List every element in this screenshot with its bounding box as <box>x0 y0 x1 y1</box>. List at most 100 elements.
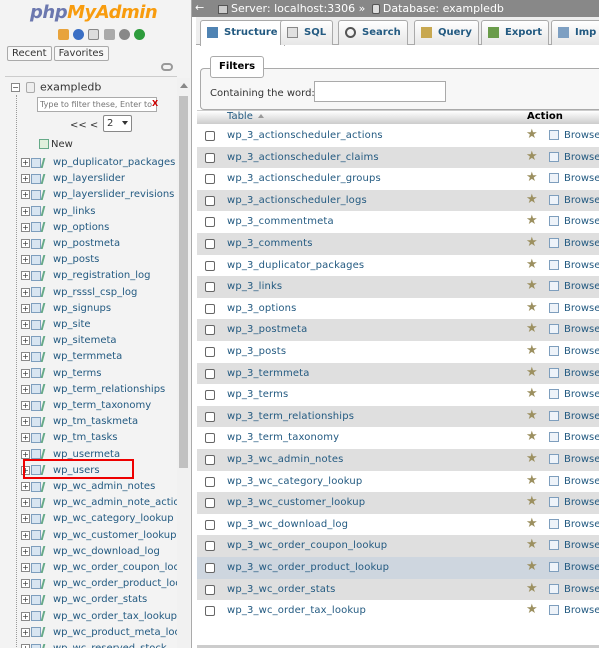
browse-icon[interactable] <box>549 238 559 248</box>
browse-icon[interactable] <box>549 432 559 443</box>
browse-icon[interactable] <box>549 518 559 529</box>
logout-icon[interactable] <box>73 29 85 40</box>
table-properties-icon[interactable] <box>40 546 53 557</box>
favorites-button[interactable]: Favorites <box>53 46 109 61</box>
expand-icon[interactable]: + <box>21 611 30 621</box>
home-icon[interactable] <box>58 29 69 40</box>
table-properties-icon[interactable] <box>40 287 53 298</box>
browse-icon[interactable] <box>549 259 559 270</box>
row-checkbox[interactable] <box>205 282 215 293</box>
table-properties-icon[interactable] <box>40 319 53 330</box>
table-name-link[interactable]: wp_3_wc_customer_lookup <box>227 497 365 508</box>
tab-import[interactable]: Imp <box>551 20 599 45</box>
nav-table-item[interactable]: + wp_wc_order_stats <box>21 594 147 610</box>
nav-table-item[interactable]: + wp_wc_admin_notes <box>21 481 155 497</box>
row-checkbox[interactable] <box>205 476 215 487</box>
row-checkbox[interactable] <box>205 455 215 465</box>
table-name-link[interactable]: wp_3_wc_order_product_lookup <box>227 562 389 573</box>
expand-icon[interactable]: + <box>21 627 30 637</box>
nav-table-label[interactable]: wp_wc_customer_lookup <box>53 530 176 541</box>
nav-table-label[interactable]: wp_wc_order_stats <box>53 594 147 605</box>
browse-icon[interactable] <box>549 216 559 227</box>
nav-table-label[interactable]: wp_registration_log <box>53 270 150 281</box>
expand-icon[interactable]: + <box>21 336 30 346</box>
nav-table-label[interactable]: wp_wc_order_coupon_loo <box>53 562 180 573</box>
table-properties-icon[interactable] <box>40 238 53 249</box>
scroll-up-icon[interactable] <box>180 83 188 88</box>
table-properties-icon[interactable] <box>40 351 53 362</box>
favorite-star-icon[interactable]: ★ <box>526 300 538 315</box>
table-name-link[interactable]: wp_3_commentmeta <box>227 216 334 227</box>
row-checkbox[interactable] <box>205 390 215 401</box>
nav-table-item[interactable]: + wp_duplicator_packages <box>21 157 175 173</box>
browse-link[interactable]: Browse <box>564 346 599 357</box>
nav-scrollbar[interactable] <box>177 78 190 648</box>
scrollbar-thumb[interactable] <box>179 96 188 468</box>
row-checkbox[interactable] <box>205 411 215 422</box>
favorite-star-icon[interactable]: ★ <box>526 387 538 401</box>
table-name-link[interactable]: wp_3_term_taxonomy <box>227 432 339 443</box>
row-checkbox[interactable] <box>205 303 215 314</box>
nav-table-item[interactable]: + wp_layerslider_revisions <box>21 189 174 205</box>
pager-previous[interactable]: << < <box>70 120 98 131</box>
database-name[interactable]: exampledb <box>40 81 101 94</box>
browse-link[interactable]: Browse <box>564 238 599 249</box>
nav-table-label[interactable]: wp_wc_product_meta_loo <box>53 627 181 638</box>
table-name-link[interactable]: wp_3_options <box>227 303 297 314</box>
nav-table-label[interactable]: wp_duplicator_packages <box>53 157 175 168</box>
expand-icon[interactable]: + <box>21 190 30 200</box>
table-name-link[interactable]: wp_3_duplicator_packages <box>227 260 364 271</box>
nav-table-label[interactable]: wp_terms <box>53 368 102 379</box>
nav-table-item[interactable]: + wp_sitemeta <box>21 335 117 351</box>
browse-link[interactable]: Browse <box>564 281 599 292</box>
tab-export[interactable]: Export <box>481 20 550 45</box>
row-checkbox[interactable] <box>205 519 215 530</box>
nav-table-item[interactable]: + wp_wc_customer_lookup <box>21 530 176 546</box>
table-name-link[interactable]: wp_3_postmeta <box>227 324 307 335</box>
expand-icon[interactable]: + <box>21 206 30 216</box>
nav-table-item[interactable]: + wp_termmeta <box>21 351 122 367</box>
favorite-star-icon[interactable]: ★ <box>526 279 538 293</box>
table-properties-icon[interactable] <box>40 368 53 379</box>
table-name-link[interactable]: wp_3_actionscheduler_claims <box>227 152 379 163</box>
browse-icon[interactable] <box>549 281 559 292</box>
browse-link[interactable]: Browse <box>564 130 599 141</box>
nav-table-label[interactable]: wp_wc_admin_notes <box>53 481 155 492</box>
browse-icon[interactable] <box>549 605 559 616</box>
new-table-item[interactable]: New <box>39 139 73 153</box>
browse-icon[interactable] <box>549 497 559 508</box>
browse-link[interactable]: Browse <box>564 562 599 573</box>
expand-icon[interactable]: + <box>21 320 30 329</box>
nav-table-item[interactable]: + wp_layerslider <box>21 173 125 189</box>
favorite-star-icon[interactable]: ★ <box>526 581 538 596</box>
browse-link[interactable]: Browse <box>564 454 599 465</box>
nav-table-label[interactable]: wp_wc_reserved_stock <box>53 643 167 648</box>
recent-button[interactable]: Recent <box>7 46 52 61</box>
sql-docs-icon[interactable] <box>103 29 115 40</box>
table-properties-icon[interactable] <box>40 432 53 443</box>
row-checkbox[interactable] <box>205 541 215 552</box>
gear-icon[interactable] <box>118 29 130 40</box>
expand-icon[interactable]: + <box>21 482 30 491</box>
nav-table-item[interactable]: + wp_site <box>21 319 91 335</box>
nav-table-label[interactable]: wp_layerslider <box>53 173 125 184</box>
row-checkbox[interactable] <box>205 563 215 573</box>
table-column-header[interactable]: Table <box>227 111 264 122</box>
expand-icon[interactable]: + <box>21 384 30 394</box>
row-checkbox[interactable] <box>205 217 215 228</box>
favorite-star-icon[interactable]: ★ <box>526 344 538 358</box>
favorite-star-icon[interactable]: ★ <box>526 257 538 272</box>
browse-link[interactable]: Browse <box>564 216 599 227</box>
expand-icon[interactable]: + <box>21 368 30 378</box>
expand-icon[interactable]: + <box>21 287 30 297</box>
nav-table-label[interactable]: wp_layerslider_revisions <box>53 189 174 200</box>
table-properties-icon[interactable] <box>40 481 53 492</box>
table-properties-icon[interactable] <box>40 157 53 168</box>
nav-table-label[interactable]: wp_termmeta <box>53 351 122 362</box>
browse-link[interactable]: Browse <box>564 368 599 379</box>
tab-search[interactable]: Search <box>338 20 408 45</box>
table-properties-icon[interactable] <box>40 303 53 314</box>
favorite-star-icon[interactable]: ★ <box>526 365 538 380</box>
browse-link[interactable]: Browse <box>564 411 599 422</box>
table-properties-icon[interactable] <box>40 189 53 200</box>
